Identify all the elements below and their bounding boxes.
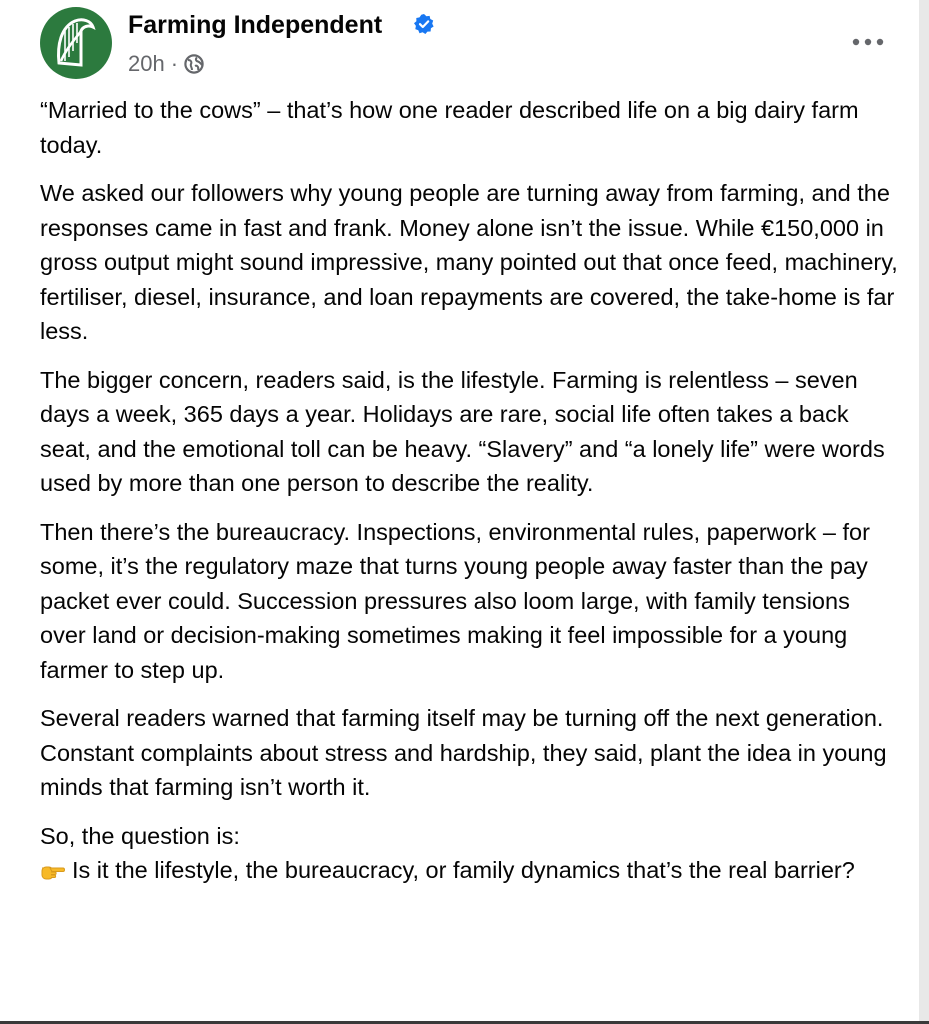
page-name[interactable]: Farming Independent	[128, 11, 382, 40]
globe-icon	[184, 54, 204, 74]
question-line: Is it the lifestyle, the bureaucracy, or…	[40, 853, 902, 888]
page-avatar[interactable]	[40, 7, 112, 79]
post-paragraph: Several readers warned that farming itse…	[40, 705, 887, 800]
facebook-post: Farming Independent 20h · “Married to th…	[0, 0, 919, 1024]
more-options-icon	[852, 38, 884, 46]
post-paragraph: We asked our followers why young people …	[40, 180, 898, 344]
post-paragraph: The bigger concern, readers said, is the…	[40, 366, 885, 497]
pointing-hand-emoji	[41, 866, 65, 880]
post-text: “Married to the cows” – that’s how one r…	[40, 93, 902, 888]
question-text: Is it the lifestyle, the bureaucracy, or…	[72, 857, 855, 883]
more-options-button[interactable]	[846, 27, 890, 57]
harp-logo-icon	[57, 18, 96, 67]
page-edge	[919, 0, 929, 1024]
post-header: Farming Independent 20h ·	[40, 7, 890, 79]
question-intro: So, the question is:	[40, 822, 240, 849]
post-timestamp[interactable]: 20h	[128, 51, 165, 77]
post-meta: 20h ·	[128, 51, 204, 77]
meta-separator: ·	[170, 51, 179, 76]
post-paragraph: “Married to the cows” – that’s how one r…	[40, 97, 859, 158]
post-paragraph: Then there’s the bureaucracy. Inspection…	[40, 518, 870, 683]
verified-badge-icon	[414, 14, 434, 34]
